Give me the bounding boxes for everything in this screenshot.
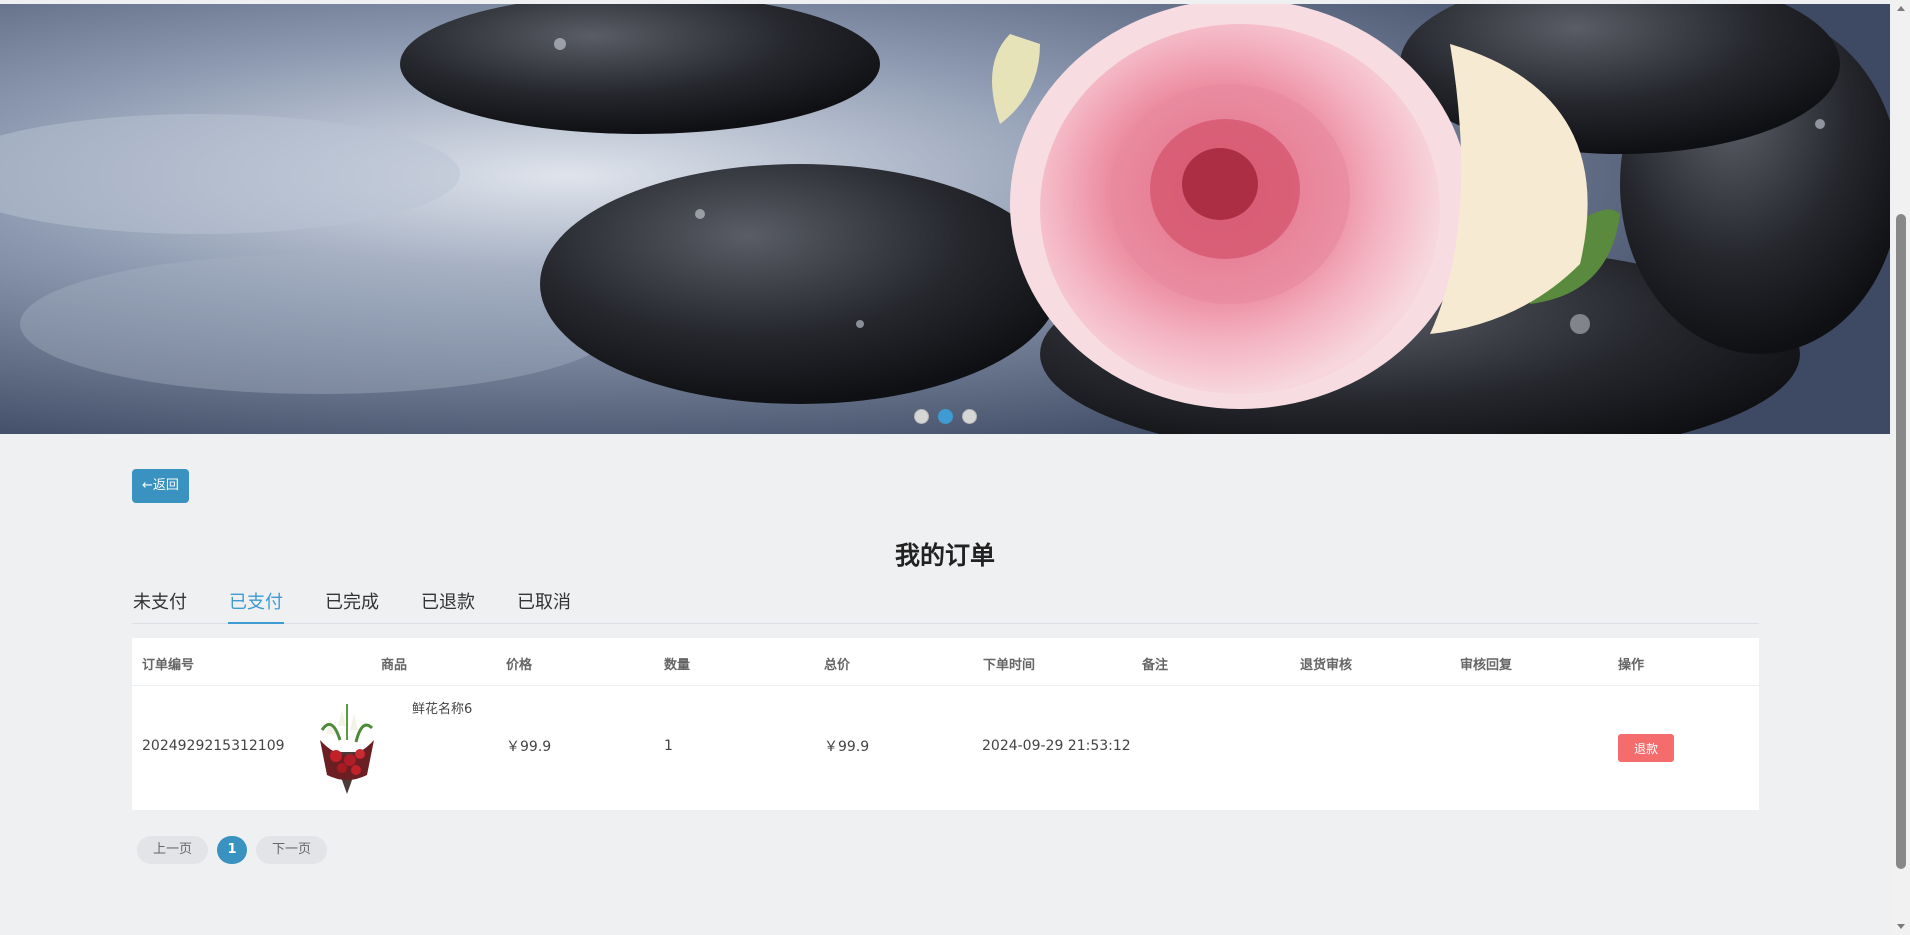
tab-paid[interactable]: 已支付 xyxy=(228,590,284,624)
carousel-dot-1[interactable] xyxy=(913,409,929,424)
total-value: ￥99.9 xyxy=(824,739,870,755)
banner-carousel[interactable] xyxy=(0,4,1890,434)
tab-refunded[interactable]: 已退款 xyxy=(420,590,476,623)
column-header-quantity: 数量 xyxy=(664,658,691,673)
column-header-order-time: 下单时间 xyxy=(983,658,1036,673)
banner-image xyxy=(0,4,1890,434)
price-value: ￥99.9 xyxy=(506,739,552,755)
tab-unpaid[interactable]: 未支付 xyxy=(132,590,188,623)
prev-page-button[interactable]: 上一页 xyxy=(137,836,209,864)
orders-table: 订单编号 商品 价格 数量 总价 下单时间 备注 退货审核 审核回复 操作 20… xyxy=(132,638,1759,810)
page-number-current[interactable]: 1 xyxy=(217,836,248,864)
product-name[interactable]: 鲜花名称6 xyxy=(412,698,472,717)
page: ←返回 我的订单 未支付 已支付 已完成 已退款 已取消 订单编号 商品 价格 … xyxy=(0,0,1910,935)
column-header-product: 商品 xyxy=(381,658,408,673)
scrollbar-thumb[interactable] xyxy=(1896,214,1906,869)
quantity-value: 1 xyxy=(664,738,673,754)
vertical-scrollbar[interactable] xyxy=(1893,0,1910,935)
page-title: 我的订单 xyxy=(894,541,995,570)
carousel-indicators xyxy=(0,409,1890,424)
product-thumbnail[interactable] xyxy=(312,700,382,796)
back-button[interactable]: ←返回 xyxy=(132,469,189,503)
column-header-price: 价格 xyxy=(506,658,533,673)
column-header-total: 总价 xyxy=(824,658,851,673)
carousel-dot-3[interactable] xyxy=(961,409,977,424)
pagination: 上一页 1 下一页 xyxy=(137,836,328,864)
scroll-down-arrow-icon[interactable] xyxy=(1897,924,1905,929)
next-page-button[interactable]: 下一页 xyxy=(256,836,328,864)
order-number: 2024929215312109 xyxy=(142,738,285,754)
table-row: 2024929215312109 鲜花名称6 ￥99.9 1 ￥99.9 202… xyxy=(132,686,1759,810)
table-header: 订单编号 商品 价格 数量 总价 下单时间 备注 退货审核 审核回复 操作 xyxy=(132,638,1759,686)
column-header-action: 操作 xyxy=(1618,658,1645,673)
tab-completed[interactable]: 已完成 xyxy=(324,590,380,623)
order-time: 2024-09-29 21:53:12 xyxy=(982,738,1131,754)
order-status-tabs: 未支付 已支付 已完成 已退款 已取消 xyxy=(132,590,1759,624)
scroll-up-arrow-icon[interactable] xyxy=(1897,6,1905,11)
column-header-refund-review: 退货审核 xyxy=(1300,658,1353,673)
column-header-order-no: 订单编号 xyxy=(142,658,195,673)
refund-button[interactable]: 退款 xyxy=(1618,734,1674,762)
column-header-remark: 备注 xyxy=(1142,658,1169,673)
carousel-dot-2[interactable] xyxy=(937,409,953,424)
column-header-review-reply: 审核回复 xyxy=(1460,658,1513,673)
tab-cancelled[interactable]: 已取消 xyxy=(516,590,572,623)
